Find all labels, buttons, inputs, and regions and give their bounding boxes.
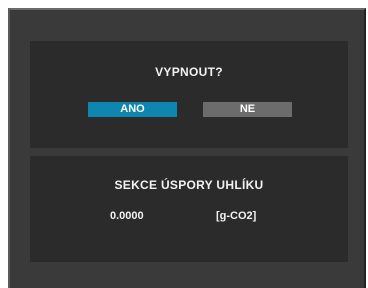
- carbon-savings-unit: [g-CO2]: [216, 210, 257, 222]
- no-button[interactable]: NE: [203, 102, 292, 117]
- shutdown-question: VYPNOUT?: [155, 65, 223, 79]
- osd-window: VYPNOUT? ANO NE SEKCE ÚSPORY UHLÍKU 0.00…: [8, 8, 366, 288]
- carbon-savings-panel: SEKCE ÚSPORY UHLÍKU 0.0000 [g-CO2]: [30, 156, 348, 262]
- shutdown-confirm-panel: VYPNOUT? ANO NE: [30, 41, 348, 148]
- yes-button[interactable]: ANO: [88, 102, 177, 117]
- carbon-savings-title: SEKCE ÚSPORY UHLÍKU: [114, 178, 264, 192]
- carbon-savings-value: 0.0000: [110, 210, 144, 222]
